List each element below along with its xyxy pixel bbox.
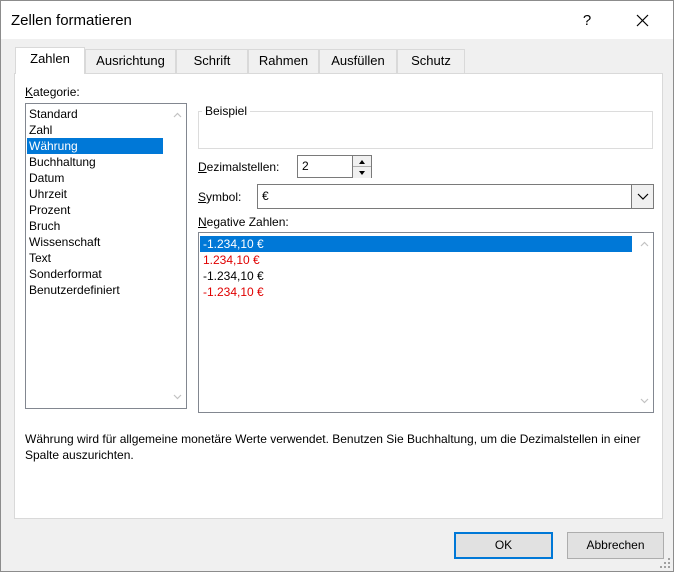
scroll-down-icon[interactable]	[173, 392, 182, 401]
tab-rahmen[interactable]: Rahmen	[248, 49, 319, 73]
symbol-dropdown-button[interactable]	[631, 185, 653, 208]
dialog-title: Zellen formatieren	[11, 12, 132, 29]
sample-group	[198, 111, 653, 149]
chevron-down-icon	[637, 193, 649, 200]
tab-zahlen[interactable]: Zahlen	[15, 47, 85, 74]
scroll-down-icon[interactable]	[640, 396, 649, 405]
stepper-down-button[interactable]	[353, 167, 371, 178]
category-item-bruch[interactable]: Bruch	[27, 218, 163, 234]
mnemonic: K	[25, 85, 34, 99]
sample-legend: Beispiel	[202, 104, 251, 118]
triangle-down-icon	[359, 171, 365, 175]
negative-numbers-list[interactable]: -1.234,10 € 1.234,10 € -1.234,10 € -1.23…	[198, 232, 654, 413]
category-item-zahl[interactable]: Zahl	[27, 122, 163, 138]
symbol-value: €	[262, 189, 269, 203]
close-icon	[636, 14, 649, 27]
category-item-buchhaltung[interactable]: Buchhaltung	[27, 154, 163, 170]
resize-grip-icon[interactable]	[659, 557, 671, 569]
negative-format-item[interactable]: -1.234,10 €	[200, 268, 632, 284]
category-item-benutzerdefiniert[interactable]: Benutzerdefiniert	[27, 282, 163, 298]
category-item-datum[interactable]: Datum	[27, 170, 163, 186]
label-text: egative Zahlen:	[206, 215, 289, 229]
stepper-up-button[interactable]	[353, 156, 371, 167]
negative-scrollbar[interactable]	[636, 233, 653, 412]
negative-format-item[interactable]: -1.234,10 €	[200, 284, 632, 300]
format-description: Währung wird für allgemeine monetäre Wer…	[25, 432, 641, 462]
category-label: Kategorie:	[25, 85, 80, 99]
tab-label: Schrift	[193, 53, 231, 68]
category-item-prozent[interactable]: Prozent	[27, 202, 163, 218]
negative-label: Negative Zahlen:	[198, 215, 289, 229]
category-item-standard[interactable]: Standard	[27, 106, 163, 122]
negative-format-item[interactable]: -1.234,10 €	[200, 236, 632, 252]
help-button[interactable]: ?	[573, 7, 601, 35]
mnemonic: D	[198, 160, 207, 174]
tab-label: Ausfüllen	[331, 53, 385, 68]
tab-label: Schutz	[411, 53, 451, 68]
title-bar[interactable]: Zellen formatieren ?	[1, 1, 673, 39]
tab-label: Zahlen	[30, 51, 70, 66]
symbol-select[interactable]: €	[257, 184, 654, 209]
tab-schrift[interactable]: Schrift	[176, 49, 248, 73]
tab-ausrichtung[interactable]: Ausrichtung	[85, 49, 176, 73]
category-item-text[interactable]: Text	[27, 250, 163, 266]
category-list[interactable]: Standard Zahl Währung Buchhaltung Datum …	[25, 103, 187, 409]
category-item-uhrzeit[interactable]: Uhrzeit	[27, 186, 163, 202]
close-button[interactable]	[627, 7, 659, 35]
tab-label: Rahmen	[258, 53, 309, 68]
category-item-wissenschaft[interactable]: Wissenschaft	[27, 234, 163, 250]
label-text: ezimalstellen:	[206, 160, 280, 174]
tab-ausfuellen[interactable]: Ausfüllen	[319, 49, 397, 73]
format-cells-dialog: Zellen formatieren ? Zahlen Ausrichtung …	[0, 0, 674, 572]
triangle-up-icon	[359, 160, 365, 164]
decimals-input[interactable]: 2	[297, 155, 353, 178]
symbol-label: Symbol:	[198, 190, 241, 204]
label-text: ategorie:	[33, 85, 80, 99]
tab-schutz[interactable]: Schutz	[397, 49, 465, 73]
label-text: ymbol:	[206, 190, 242, 204]
negative-format-item[interactable]: 1.234,10 €	[200, 252, 632, 268]
scroll-up-icon[interactable]	[640, 240, 649, 249]
ok-button[interactable]: OK	[454, 532, 553, 559]
mnemonic: N	[198, 215, 207, 229]
scroll-up-icon[interactable]	[173, 111, 182, 120]
decimals-label: Dezimalstellen:	[198, 160, 279, 174]
category-scrollbar[interactable]	[169, 104, 186, 408]
decimals-stepper[interactable]	[353, 155, 372, 178]
category-item-waehrung[interactable]: Währung	[27, 138, 163, 154]
tab-label: Ausrichtung	[96, 53, 165, 68]
mnemonic: S	[198, 190, 207, 204]
cancel-button[interactable]: Abbrechen	[567, 532, 664, 559]
category-item-sonderformat[interactable]: Sonderformat	[27, 266, 163, 282]
